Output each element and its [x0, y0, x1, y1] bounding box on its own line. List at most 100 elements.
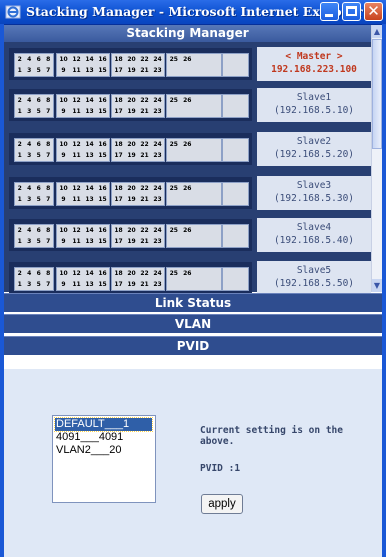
port-label[interactable] [196, 55, 206, 64]
stack-unit-row[interactable]: 2 4 6 8 1 3 5 7 10 12 14 16 9 11 13 15 18 20 22 24 17 19 21 23 2… [4, 215, 371, 255]
port-label[interactable]: 14 [85, 96, 95, 105]
port-label[interactable]: 25 [169, 269, 179, 278]
port-label[interactable]: 21 [140, 195, 150, 204]
port-label[interactable]: 5 [34, 237, 44, 246]
port-label[interactable]: 1 [15, 107, 25, 116]
port-label[interactable]: 11 [72, 195, 82, 204]
port-label[interactable]: 21 [140, 107, 150, 116]
port-label[interactable] [224, 55, 234, 64]
port-label[interactable]: 9 [59, 66, 69, 75]
port-label[interactable]: 24 [153, 55, 163, 64]
port-label[interactable]: 4 [24, 269, 34, 278]
port-label[interactable] [237, 269, 247, 278]
port-label[interactable]: 19 [127, 195, 137, 204]
port-label[interactable] [169, 237, 179, 246]
close-button[interactable]: ✕ [364, 2, 383, 21]
port-label[interactable]: 26 [182, 96, 192, 105]
port-label[interactable] [237, 184, 247, 193]
port-label[interactable] [182, 237, 192, 246]
port-label[interactable]: 1 [15, 237, 25, 246]
port-label[interactable] [237, 140, 247, 149]
port-label[interactable]: 13 [85, 195, 95, 204]
port-label[interactable] [209, 237, 219, 246]
port-label[interactable]: 15 [98, 151, 108, 160]
port-label[interactable]: 26 [182, 226, 192, 235]
port-label[interactable]: 11 [72, 237, 82, 246]
port-label[interactable]: 11 [72, 107, 82, 116]
section-pvid[interactable]: PVID [4, 336, 382, 355]
port-label[interactable]: 10 [59, 55, 69, 64]
port-label[interactable]: 5 [34, 66, 44, 75]
vlan-list-item[interactable]: VLAN2___20 [55, 444, 152, 457]
port-label[interactable]: 16 [98, 96, 108, 105]
section-link-status[interactable]: Link Status [4, 293, 382, 312]
port-label[interactable]: 26 [182, 184, 192, 193]
port-label[interactable]: 21 [140, 280, 150, 289]
port-label[interactable]: 4 [24, 140, 34, 149]
vlan-listbox[interactable]: DEFAULT___1 4091___4091 VLAN2___20 [52, 415, 156, 503]
port-label[interactable] [169, 195, 179, 204]
port-label[interactable] [224, 226, 234, 235]
port-label[interactable]: 17 [114, 107, 124, 116]
port-label[interactable]: 8 [43, 269, 53, 278]
port-label[interactable]: 9 [59, 151, 69, 160]
port-label[interactable]: 12 [72, 96, 82, 105]
port-label[interactable]: 2 [15, 269, 25, 278]
port-label[interactable]: 12 [72, 55, 82, 64]
port-label[interactable] [196, 269, 206, 278]
port-label[interactable]: 5 [34, 280, 44, 289]
port-label[interactable] [196, 226, 206, 235]
port-label[interactable] [224, 184, 234, 193]
port-label[interactable]: 23 [153, 195, 163, 204]
port-label[interactable] [209, 269, 219, 278]
port-label[interactable] [182, 151, 192, 160]
port-label[interactable] [209, 107, 219, 116]
port-label[interactable]: 20 [127, 269, 137, 278]
port-label[interactable] [169, 151, 179, 160]
port-label[interactable]: 8 [43, 140, 53, 149]
port-label[interactable]: 16 [98, 226, 108, 235]
port-label[interactable]: 22 [140, 55, 150, 64]
port-label[interactable]: 6 [34, 226, 44, 235]
port-label[interactable]: 18 [114, 96, 124, 105]
port-panel[interactable]: 2 4 6 8 1 3 5 7 10 12 14 16 9 11 13 15 18 20 22 24 17 19 21 23 2… [9, 89, 252, 121]
port-label[interactable]: 8 [43, 96, 53, 105]
port-label[interactable] [196, 280, 206, 289]
port-label[interactable] [224, 96, 234, 105]
port-panel[interactable]: 2 4 6 8 1 3 5 7 10 12 14 16 9 11 13 15 18 20 22 24 17 19 21 23 2… [9, 262, 252, 294]
port-label[interactable] [196, 195, 206, 204]
port-label[interactable]: 25 [169, 184, 179, 193]
port-label[interactable] [224, 269, 234, 278]
port-label[interactable]: 16 [98, 140, 108, 149]
port-label[interactable]: 1 [15, 151, 25, 160]
port-label[interactable]: 3 [24, 237, 34, 246]
port-label[interactable]: 23 [153, 66, 163, 75]
port-label[interactable]: 16 [98, 184, 108, 193]
port-label[interactable] [182, 66, 192, 75]
scroll-down-arrow-icon[interactable]: ▼ [372, 279, 382, 292]
port-label[interactable]: 18 [114, 55, 124, 64]
port-label[interactable]: 16 [98, 269, 108, 278]
port-label[interactable]: 14 [85, 184, 95, 193]
port-label[interactable]: 4 [24, 184, 34, 193]
port-label[interactable] [196, 96, 206, 105]
port-label[interactable]: 8 [43, 226, 53, 235]
port-label[interactable] [196, 140, 206, 149]
port-label[interactable]: 6 [34, 96, 44, 105]
port-label[interactable]: 13 [85, 107, 95, 116]
port-label[interactable]: 26 [182, 140, 192, 149]
section-vlan[interactable]: VLAN [4, 314, 382, 333]
port-label[interactable]: 11 [72, 280, 82, 289]
port-label[interactable]: 7 [43, 107, 53, 116]
port-label[interactable]: 24 [153, 269, 163, 278]
port-label[interactable]: 25 [169, 96, 179, 105]
port-label[interactable]: 23 [153, 107, 163, 116]
port-label[interactable]: 15 [98, 237, 108, 246]
port-label[interactable]: 3 [24, 107, 34, 116]
port-label[interactable] [182, 195, 192, 204]
port-label[interactable] [196, 66, 206, 75]
port-label[interactable] [209, 280, 219, 289]
port-label[interactable]: 22 [140, 226, 150, 235]
port-label[interactable]: 2 [15, 226, 25, 235]
port-label[interactable] [196, 237, 206, 246]
